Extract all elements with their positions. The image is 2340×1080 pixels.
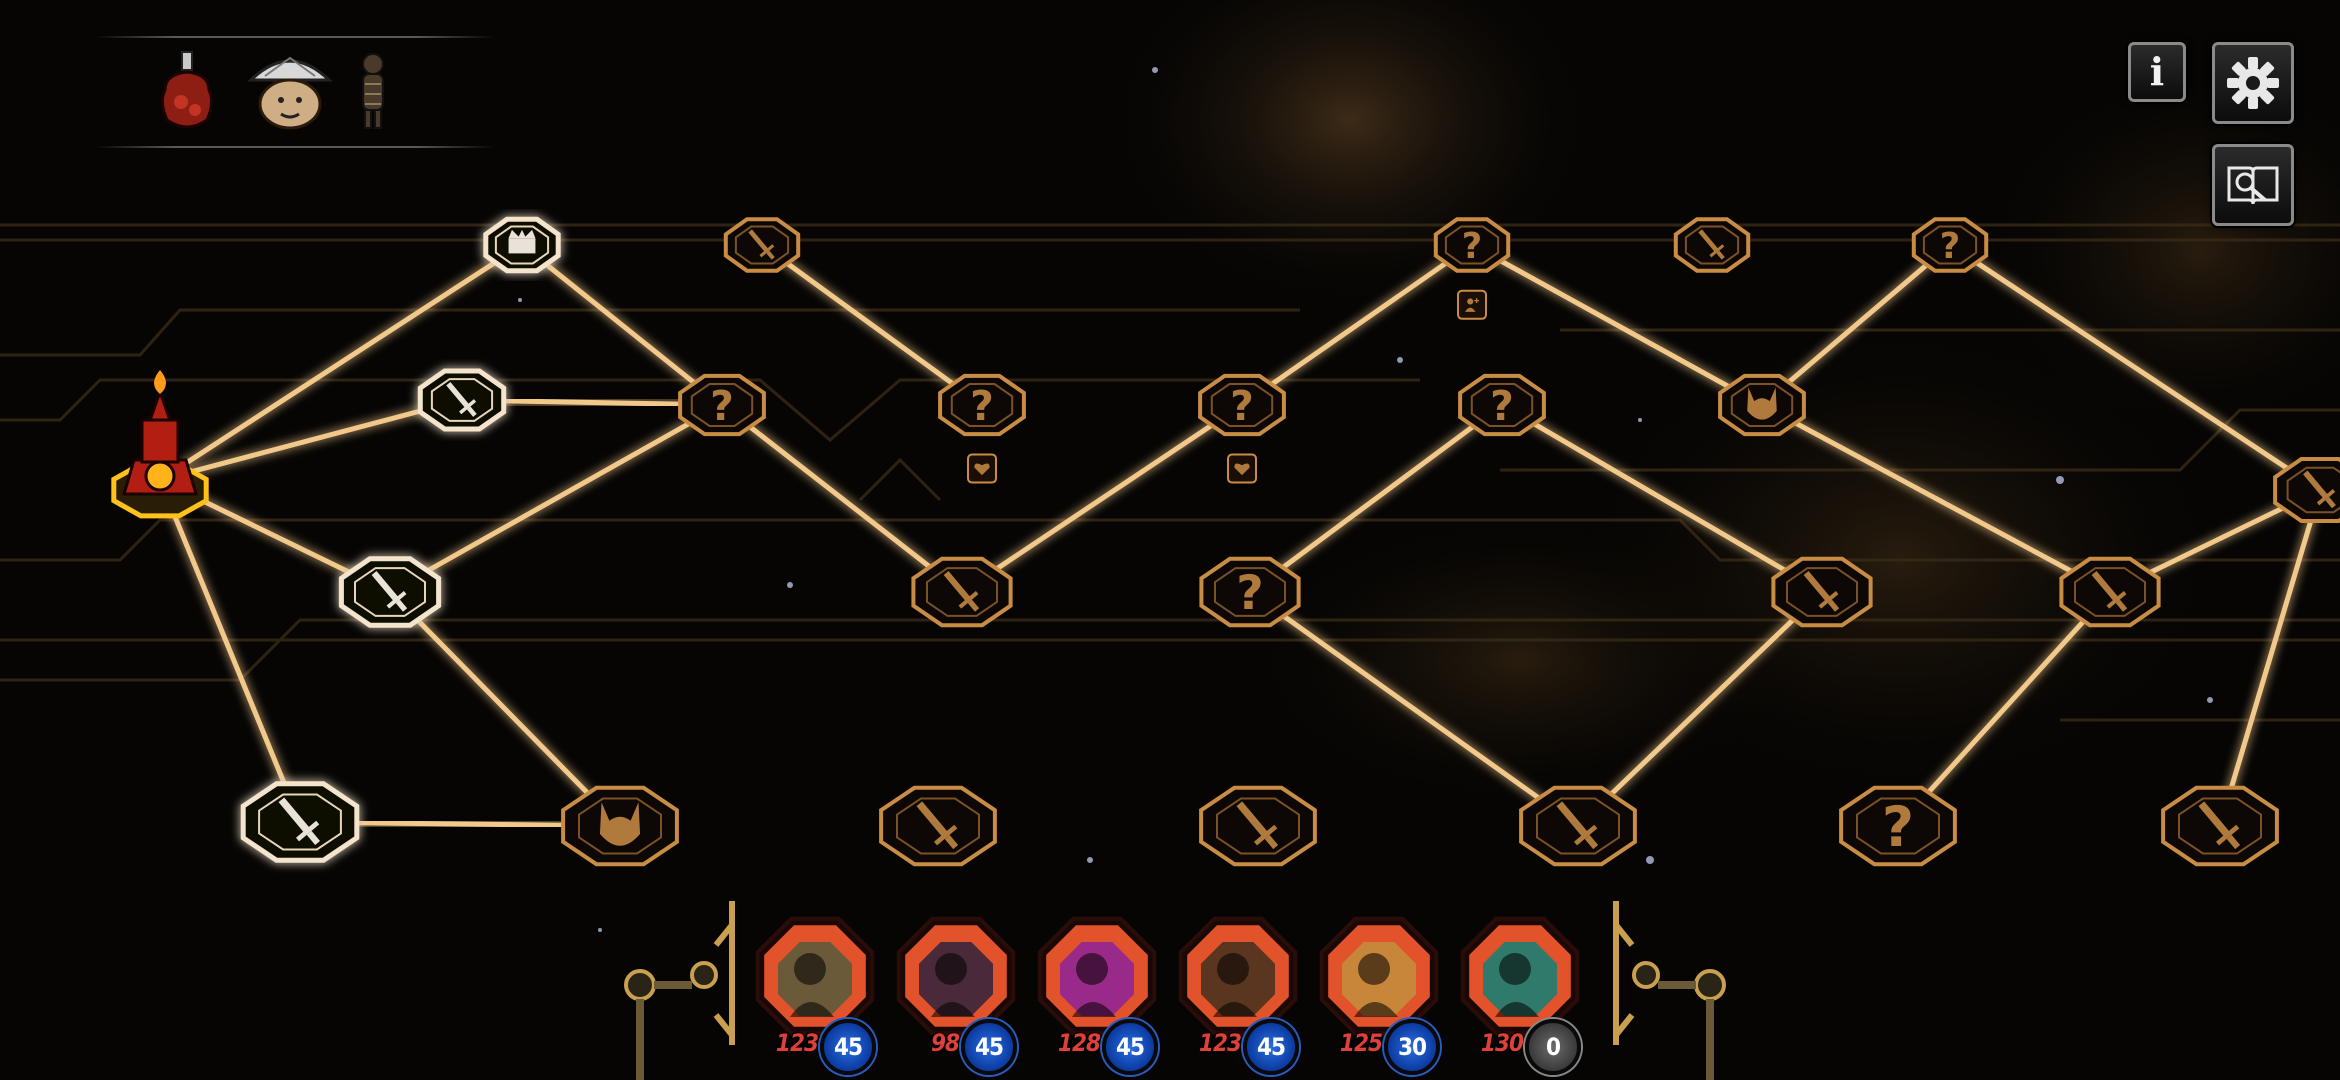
question-icon: ? (1940, 226, 1960, 267)
question-icon: ? (1490, 382, 1514, 430)
map-node-e2[interactable]: ? (1458, 373, 1546, 437)
hero-hp: 128 (1057, 1029, 1101, 1057)
map-node-d4[interactable] (1199, 785, 1317, 867)
path-line (1896, 590, 2112, 828)
question-label: ? (1940, 226, 1960, 267)
settings-button[interactable] (2212, 42, 2294, 124)
hero-energy: 45 (820, 1019, 876, 1075)
map-node-b1[interactable] (723, 217, 801, 273)
question-icon: ? (1882, 796, 1914, 860)
path-line (760, 242, 984, 408)
question-label: ? (1230, 382, 1254, 430)
path-line (720, 403, 964, 594)
map-node-f3[interactable] (1771, 556, 1873, 628)
map-node-f4[interactable]: ? (1839, 785, 1957, 867)
node-badge (1457, 289, 1487, 320)
map-node-f2[interactable] (1718, 373, 1806, 437)
path-line (388, 590, 622, 828)
question-icon: ? (710, 382, 734, 430)
map-node-c2[interactable]: ? (938, 373, 1026, 484)
umbrella-relic-icon[interactable] (245, 46, 333, 136)
hero-card-1[interactable]: 123 45 (750, 911, 880, 1075)
node-badge (967, 453, 997, 484)
map-node-c3[interactable] (911, 556, 1013, 628)
hero-energy: 45 (961, 1019, 1017, 1075)
map-node-g1[interactable]: ? (1911, 217, 1989, 273)
path-lines (157, 242, 2323, 829)
map-node-g3[interactable] (2059, 556, 2161, 628)
question-icon: ? (1462, 226, 1482, 267)
path-line (520, 243, 724, 407)
map-node-start[interactable] (111, 370, 209, 519)
relic-bar-top-divider (95, 36, 495, 38)
question-label: ? (970, 382, 994, 430)
hero-energy: 45 (1102, 1019, 1158, 1075)
hero-energy: 0 (1525, 1019, 1581, 1075)
question-label: ? (1882, 796, 1914, 860)
map-node-d2[interactable]: ? (1198, 373, 1286, 484)
hero-card-4[interactable]: 123 45 (1173, 911, 1303, 1075)
map-node-g4[interactable] (2161, 785, 2279, 867)
relic-bar-bottom-divider (95, 146, 495, 148)
map-node-a4[interactable] (240, 781, 360, 863)
path-line (157, 479, 303, 823)
path-line (1948, 242, 2322, 493)
hero-card-2[interactable]: 98 45 (891, 911, 1021, 1075)
map-node-c4[interactable] (879, 785, 997, 867)
map-node-a1[interactable] (483, 216, 561, 274)
relic-bar (95, 36, 495, 148)
question-icon: ? (1236, 566, 1263, 621)
map-node-e4[interactable] (1519, 785, 1637, 867)
map-node-a3[interactable] (338, 556, 442, 628)
hero-card-6[interactable]: 130 0 (1455, 911, 1585, 1075)
hero-hp: 123 (1198, 1029, 1242, 1057)
path-line (159, 397, 463, 483)
path-line (2217, 489, 2323, 827)
info-button[interactable]: i (2128, 42, 2186, 102)
question-icon: ? (1230, 382, 1254, 430)
path-line (158, 242, 524, 483)
map-node-e1[interactable]: ? (1433, 217, 1511, 320)
info-icon: i (2149, 49, 2165, 94)
path-line (1248, 402, 1504, 595)
question-label: ? (1236, 566, 1263, 621)
map-node-b2[interactable]: ? (678, 373, 766, 437)
hero-card-3[interactable]: 128 45 (1032, 911, 1162, 1075)
perfume-bottle-relic-icon[interactable] (147, 46, 227, 136)
question-label: ? (1462, 226, 1482, 267)
path-line (1248, 589, 1580, 829)
path-line (1240, 242, 1474, 408)
question-icon: ? (970, 382, 994, 430)
party-bar: 123 45 98 45 128 45 123 45 125 30 130 0 (620, 895, 1730, 1080)
chest-icon (508, 229, 536, 254)
log-button[interactable] (2212, 144, 2294, 226)
gear-icon (2227, 57, 2279, 109)
path-line (388, 402, 724, 595)
map-node-f1[interactable] (1673, 217, 1751, 273)
hero-energy: 45 (1243, 1019, 1299, 1075)
hero-energy: 30 (1384, 1019, 1440, 1075)
node-badge (1227, 453, 1257, 484)
hero-hp: 125 (1339, 1029, 1383, 1057)
map-node-b3[interactable] (561, 785, 679, 867)
hero-card-5[interactable]: 125 30 (1314, 911, 1444, 1075)
voodoo-doll-relic-icon[interactable] (343, 46, 423, 136)
map-node-d3[interactable]: ? (1199, 556, 1301, 628)
map-node-a2[interactable] (417, 368, 507, 432)
hero-hp: 98 (930, 1029, 960, 1057)
path-line (1576, 590, 1824, 828)
map-node-h2[interactable] (2273, 457, 2340, 523)
hero-hp: 130 (1480, 1029, 1524, 1057)
question-label: ? (1490, 382, 1514, 430)
hero-hp: 123 (775, 1029, 819, 1057)
question-label: ? (710, 382, 734, 430)
map-nodes: ?? ?? ? ? ?? (111, 216, 2340, 867)
book-search-icon (2227, 166, 2279, 205)
